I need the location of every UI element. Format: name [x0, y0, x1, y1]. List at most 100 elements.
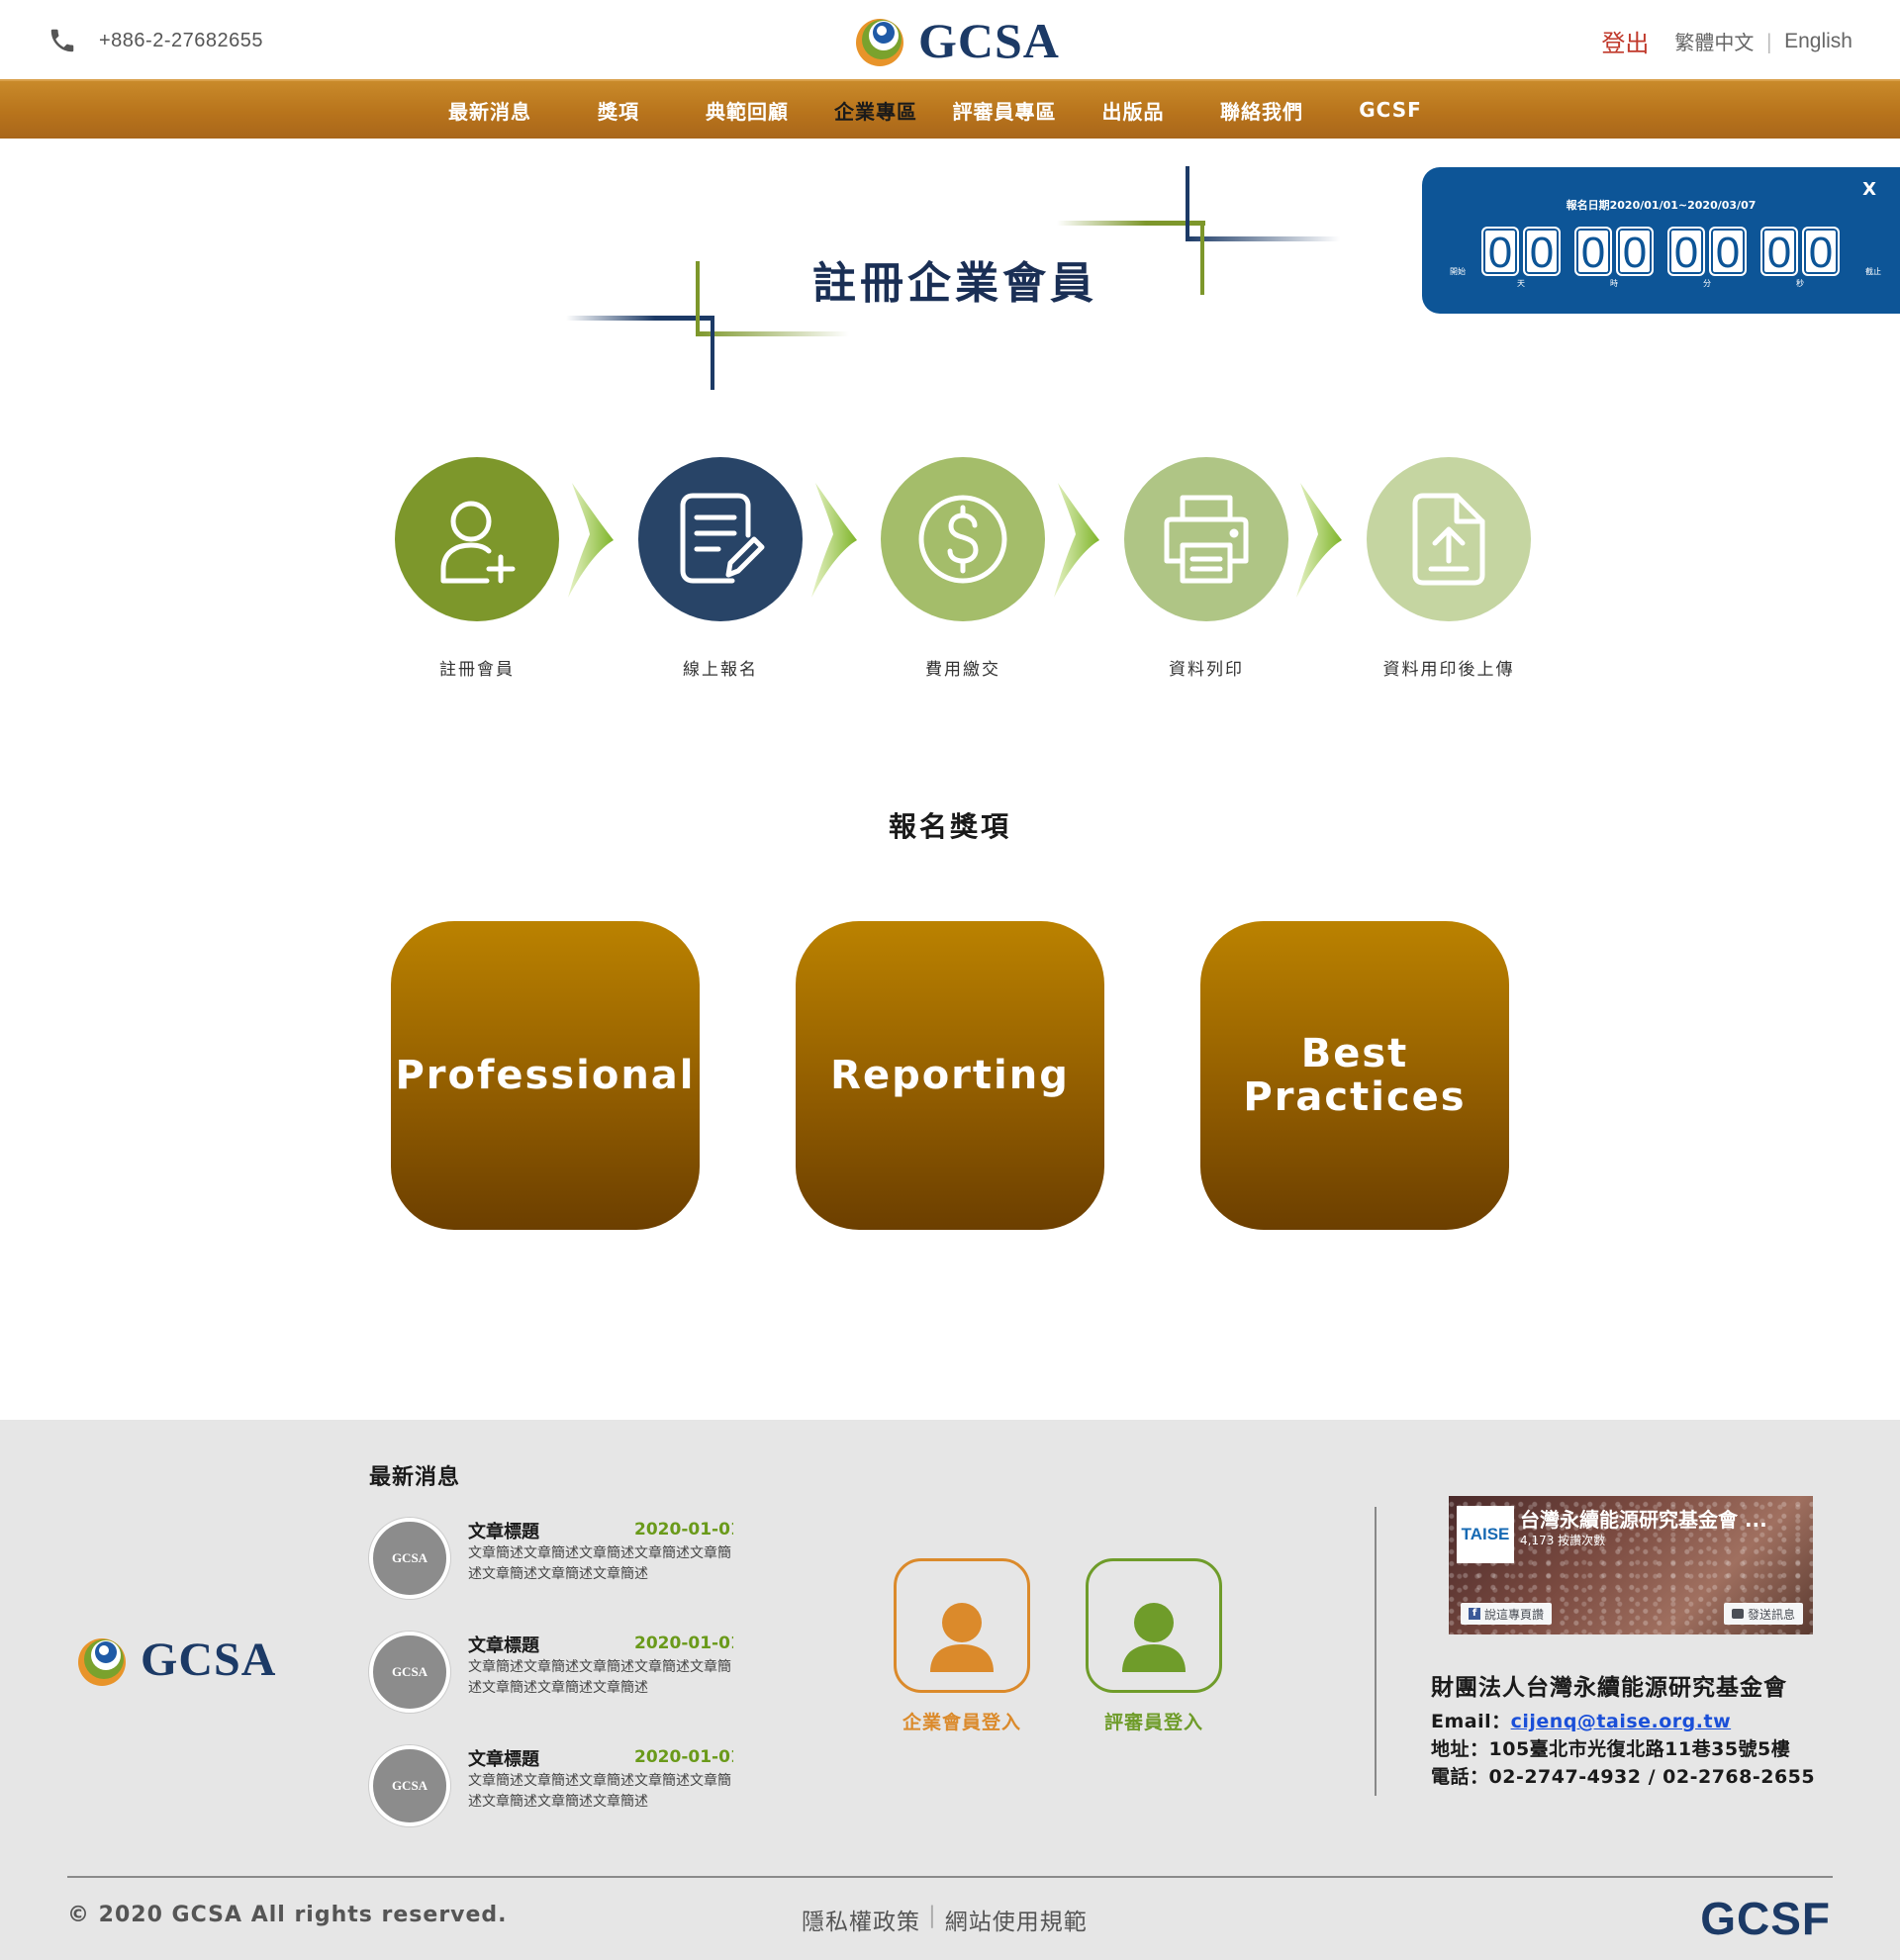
- step-circle: [1367, 457, 1531, 621]
- step-register-member[interactable]: 註冊會員: [395, 457, 559, 680]
- news-date: 2020-01-01: [634, 1520, 733, 1540]
- step-arrow-icon: [568, 483, 614, 598]
- step-print-documents[interactable]: 資料列印: [1124, 457, 1288, 680]
- countdown-date-range: 報名日期2020/01/01~2020/03/07: [1566, 199, 1757, 212]
- top-bar: +886-2-27682655 GCSA 登出 繁體中文 | English: [0, 0, 1900, 79]
- phone-icon: [50, 29, 74, 52]
- dollar-icon: [918, 495, 1007, 584]
- countdown-group: 00 天: [1481, 227, 1561, 289]
- org-email: Email：cijenq@taise.org.tw: [1431, 1708, 1847, 1735]
- page-title: 註冊企業會員: [812, 258, 1097, 309]
- lang-separator: |: [1765, 29, 1773, 53]
- countdown-digit: 0: [1481, 227, 1519, 277]
- nav-item[interactable]: 評審員專區: [940, 96, 1069, 125]
- award-best-practices-button[interactable]: Best Practices: [1200, 921, 1509, 1230]
- fb-like-label: 說這專頁讚: [1484, 1607, 1545, 1622]
- terms-of-use-link[interactable]: 網站使用規範: [945, 1903, 1088, 1936]
- news-title: 文章標題: [468, 1635, 539, 1656]
- countdown-digits: 00: [1481, 227, 1561, 277]
- countdown-digit: 0: [1802, 227, 1840, 277]
- logout-link[interactable]: 登出: [1601, 24, 1649, 58]
- fb-page-name[interactable]: 台灣永續能源研究基金會 ...: [1520, 1504, 1767, 1533]
- countdown-digits: 00: [1760, 227, 1840, 277]
- nav-item[interactable]: GCSF: [1326, 98, 1455, 122]
- step-upload-documents[interactable]: 資料用印後上傳: [1367, 457, 1531, 680]
- copyright: © 2020 GCSA All rights reserved.: [67, 1903, 508, 1927]
- step-circle: [395, 457, 559, 621]
- countdown-digit: 0: [1616, 227, 1654, 277]
- step-circle: [1124, 457, 1288, 621]
- countdown-digits: 00: [1574, 227, 1654, 277]
- countdown-unit: 天: [1517, 279, 1525, 288]
- countdown-unit: 時: [1610, 279, 1618, 288]
- footer-divider: [1375, 1507, 1377, 1796]
- step-label: 費用繳交: [925, 660, 1000, 680]
- award-reporting-button[interactable]: Reporting: [796, 921, 1104, 1230]
- news-thumbnail: GCSA: [369, 1745, 450, 1826]
- nav-item[interactable]: 最新消息: [426, 96, 554, 125]
- countdown-digits: 00: [1667, 227, 1747, 277]
- step-online-signup[interactable]: 線上報名: [638, 457, 803, 680]
- fb-message-button[interactable]: 發送訊息: [1723, 1603, 1803, 1625]
- main-nav: 最新消息 獎項 典範回顧 企業專區 評審員專區 出版品 聯絡我們 GCSF: [0, 79, 1900, 139]
- news-date: 2020-01-01: [634, 1633, 733, 1653]
- privacy-policy-link[interactable]: 隱私權政策: [802, 1903, 920, 1936]
- step-label: 資料用印後上傳: [1382, 660, 1515, 680]
- org-address: 地址：105臺北市光復北路11巷35號5樓: [1431, 1738, 1791, 1760]
- countdown-unit: 秒: [1796, 279, 1804, 288]
- countdown-start-label: 開始: [1450, 267, 1466, 276]
- facebook-page-widget[interactable]: TAISE 台灣永續能源研究基金會 ... 4,173 按讚次數 f 說這專頁讚…: [1449, 1496, 1813, 1634]
- news-item[interactable]: GCSA 文章標題 2020-01-01 文章簡述文章簡述文章簡述文章簡述文章簡…: [369, 1632, 735, 1721]
- email-link[interactable]: cijenq@taise.org.tw: [1511, 1711, 1732, 1732]
- policy-links: 隱私權政策 | 網站使用規範: [802, 1903, 1088, 1936]
- email-label: Email：: [1431, 1711, 1511, 1732]
- organization-info: 財團法人台灣永續能源研究基金會 Email：cijenq@taise.org.t…: [1431, 1668, 1847, 1791]
- site-logo[interactable]: GCSA: [853, 12, 1060, 69]
- countdown-timer: 00天00時00分00秒: [1481, 227, 1840, 289]
- nav-item[interactable]: 獎項: [554, 96, 683, 125]
- facebook-icon: f: [1469, 1608, 1480, 1620]
- printer-icon: [1164, 495, 1249, 584]
- countdown-group: 00 秒: [1760, 227, 1840, 289]
- step-circle: [638, 457, 803, 621]
- countdown-digit: 0: [1709, 227, 1747, 277]
- phone-contact: +886-2-27682655: [48, 26, 263, 55]
- taise-logo: TAISE: [1457, 1506, 1514, 1563]
- footer-logo[interactable]: GCSA: [75, 1633, 276, 1687]
- step-fee-payment[interactable]: 費用繳交: [881, 457, 1045, 680]
- award-professional-button[interactable]: Professional: [391, 921, 700, 1230]
- judge-login-button[interactable]: [1086, 1558, 1222, 1693]
- step-label: 線上報名: [683, 660, 758, 680]
- nav-list: 最新消息 獎項 典範回顧 企業專區 評審員專區 出版品 聯絡我們 GCSF: [426, 81, 1455, 139]
- lang-zh-link[interactable]: 繁體中文: [1674, 27, 1754, 55]
- step-arrow-icon: [1054, 483, 1099, 598]
- judge-login-label[interactable]: 評審員登入: [1055, 1708, 1253, 1734]
- news-item[interactable]: GCSA 文章標題 2020-01-01 文章簡述文章簡述文章簡述文章簡述文章簡…: [369, 1518, 735, 1607]
- news-description: 文章簡述文章簡述文章簡述文章簡述文章簡述文章簡述文章簡述文章簡述: [468, 1773, 731, 1810]
- footer-bottom-divider: [67, 1876, 1833, 1878]
- fb-like-button[interactable]: f 說這專頁讚: [1461, 1603, 1553, 1625]
- step-arrow-icon: [811, 483, 857, 598]
- user-icon: [1122, 1603, 1186, 1672]
- news-description: 文章簡述文章簡述文章簡述文章簡述文章簡述文章簡述文章簡述文章簡述: [468, 1545, 731, 1582]
- footer-news-title: 最新消息: [369, 1465, 461, 1490]
- document-edit-icon: [680, 493, 765, 584]
- corporate-login-label[interactable]: 企業會員登入: [863, 1708, 1061, 1734]
- nav-item[interactable]: 典範回顧: [683, 96, 811, 125]
- lang-en-link[interactable]: English: [1784, 30, 1852, 53]
- user-icon: [930, 1603, 994, 1672]
- nav-item[interactable]: 聯絡我們: [1197, 96, 1326, 125]
- fb-like-count: 4,173 按讚次數: [1520, 1534, 1606, 1547]
- nav-item[interactable]: 企業專區: [811, 96, 940, 125]
- countdown-end-label: 截止: [1865, 267, 1881, 276]
- step-label: 資料列印: [1169, 660, 1244, 680]
- news-item[interactable]: GCSA 文章標題 2020-01-01 文章簡述文章簡述文章簡述文章簡述文章簡…: [369, 1745, 735, 1834]
- step-label: 註冊會員: [439, 660, 515, 680]
- corporate-login-button[interactable]: [894, 1558, 1030, 1693]
- nav-item[interactable]: 出版品: [1069, 96, 1197, 125]
- file-upload-icon: [1412, 493, 1485, 586]
- step-arrow-icon: [1296, 483, 1342, 598]
- news-title: 文章標題: [468, 1749, 539, 1770]
- gcsf-logo[interactable]: GCSF: [1700, 1892, 1831, 1945]
- countdown-popup: X 報名日期2020/01/01~2020/03/07 開始 00天00時00分…: [1422, 167, 1900, 314]
